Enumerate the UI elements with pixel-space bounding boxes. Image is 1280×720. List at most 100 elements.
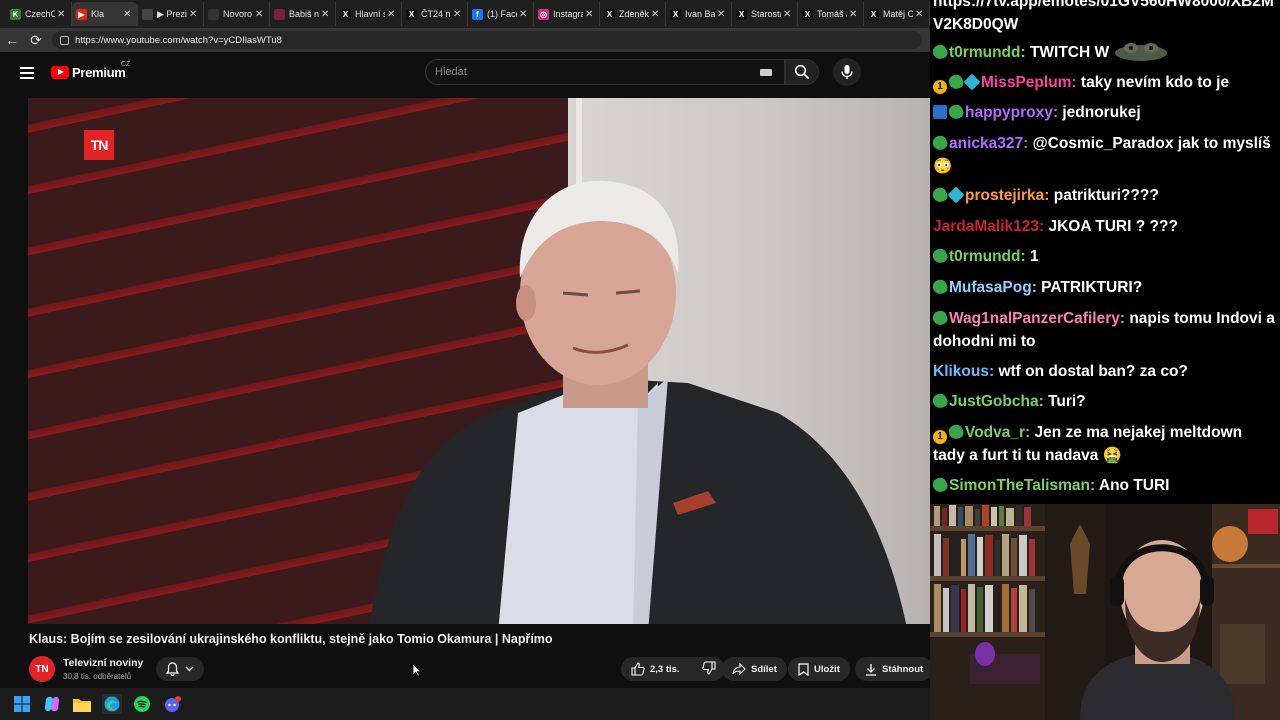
browser-tab[interactable]: ▶ Kla ✕ [72,2,138,26]
channel-watermark: TN [84,130,114,160]
browser-tab[interactable]: Novoro ✕ [204,2,270,26]
like-button[interactable]: 2,3 tis. [631,662,680,676]
chat-message: MufasaPog: PATRIKTURI? [930,276,1278,299]
video-player[interactable]: TN [28,98,930,624]
voice-search-button[interactable] [833,58,861,86]
tab-close-icon[interactable]: ✕ [387,9,397,20]
save-button[interactable]: Uložit [788,657,850,681]
tab-label: Hlavní s [355,9,385,19]
tab-label: Novoro [223,9,253,19]
chat-header-partial: https://7tv.app/emotes/01GV560HW8000/XB2… [933,0,1278,36]
stream-chat: https://7tv.app/emotes/01GV560HW8000/XB2… [930,0,1280,504]
chat-username[interactable]: prostejirka [965,187,1044,204]
reload-icon[interactable]: ⟳ [24,32,48,49]
chat-username[interactable]: JustGobcha [949,393,1039,410]
chat-message-text: jednorukej [1062,104,1141,121]
chat-separator: : [1023,135,1033,152]
discord-icon[interactable] [162,694,182,714]
search-button[interactable] [785,59,819,85]
site-info-icon[interactable] [60,35,69,45]
chat-username[interactable]: MufasaPog [949,279,1032,296]
share-label: Sdílet [751,663,777,675]
chat-username[interactable]: Wag1nalPanzerCafilery [949,310,1120,327]
notification-bell-button[interactable] [156,657,204,681]
chat-separator: : [1044,187,1054,204]
tab-label: Ivan Bar [685,9,715,19]
browser-tab[interactable]: Babiš na✕ [270,2,336,26]
browser-tab[interactable]: f (1) Faceb✕ [468,2,534,26]
channel-row: TN Televizní noviny 30,8 tis. odběratelů… [29,656,934,686]
browser-tab[interactable]: X Zdeněk ✕ [600,2,666,26]
channel-avatar[interactable]: TN [29,656,55,682]
chat-message: anicka327: @Cosmic_Paradox jak to myslíš… [930,132,1278,178]
chat-username[interactable]: anicka327 [949,135,1023,152]
dislike-button[interactable] [701,660,716,678]
chat-separator: : [1020,44,1030,61]
browser-tab[interactable]: X Hlavní s ✕ [336,2,402,26]
chat-message-text: Turi? [1048,393,1086,410]
tab-close-icon[interactable]: ✕ [57,9,67,20]
browser-tab[interactable]: X Tomáš J✕ [798,2,864,26]
tab-close-icon[interactable]: ✕ [717,9,727,20]
chat-username[interactable]: happyproxy [965,104,1053,121]
tab-label: Babiš na [289,9,319,19]
tab-close-icon[interactable]: ✕ [123,9,133,20]
chat-username[interactable]: Vodva_r [965,424,1025,441]
chat-message: t0rmundd: TWITCH W [930,40,1278,69]
chat-message: prostejirka: patrikturi???? [930,184,1278,207]
tab-label: Matěj C [883,9,913,19]
chat-badge-navy-icon [933,105,947,119]
copilot-icon[interactable] [42,694,62,714]
back-icon[interactable]: ← [0,32,24,48]
share-icon [732,663,746,675]
chat-message-text: TWITCH W [1029,44,1110,61]
tab-label: (1) Faceb [487,9,517,19]
tab-close-icon[interactable]: ✕ [651,9,661,20]
youtube-header: Premium CZ Hledat [0,52,930,96]
tab-close-icon[interactable]: ✕ [453,9,463,20]
chat-username[interactable]: MissPeplum [981,74,1071,91]
browser-tab[interactable]: ▶ Prezi ✕ [138,2,204,26]
browser-tab[interactable]: X ČT24 na✕ [402,2,468,26]
search-input[interactable]: Hledat [425,59,785,85]
windows-start-icon[interactable] [12,694,32,714]
chat-username[interactable]: JardaMalik123 [933,218,1039,235]
streamer-webcam [930,504,1280,720]
edge-browser-icon[interactable] [102,694,122,714]
screen: KCzechC✕▶Kla✕▶ Prezi✕Novoro✕Babiš na✕XHl… [0,0,1280,720]
tab-favicon-icon: X [604,8,615,20]
tab-close-icon[interactable]: ✕ [321,9,331,20]
channel-name[interactable]: Televizní noviny [63,657,143,669]
tab-close-icon[interactable]: ✕ [783,9,793,20]
browser-tab[interactable]: X Ivan Bar✕ [666,2,732,26]
browser-tab[interactable]: ◎ Instagra ✕ [534,2,600,26]
tab-favicon-icon [142,8,153,20]
chat-username[interactable]: t0rmundd [949,248,1020,265]
browser-tab[interactable]: X Starosta✕ [732,2,798,26]
tab-close-icon[interactable]: ✕ [189,9,199,20]
tab-close-icon[interactable]: ✕ [255,9,265,20]
tab-close-icon[interactable]: ✕ [519,9,529,20]
download-button[interactable]: Stáhnout [855,657,934,681]
chat-message-text: wtf on dostal ban? za co? [998,363,1188,380]
share-button[interactable]: Sdílet [722,657,787,681]
bookmark-icon [798,662,809,676]
spotify-icon[interactable] [132,694,152,714]
youtube-logo[interactable]: Premium CZ [51,61,130,80]
browser-tab[interactable]: K CzechC ✕ [6,2,72,26]
address-bar[interactable]: https://www.youtube.com/watch?v=yCDIlasW… [52,31,922,49]
tab-close-icon[interactable]: ✕ [915,9,925,20]
chat-username[interactable]: Klikous [933,363,989,380]
chat-message-text: JKOA TURI ? ??? [1048,218,1178,235]
browser-tab[interactable]: X Matěj C ✕ [864,2,930,26]
chat-separator: : [1089,477,1099,494]
tab-close-icon[interactable]: ✕ [585,9,595,20]
file-explorer-icon[interactable] [72,694,92,714]
tab-label: ČT24 na [421,9,451,19]
tab-close-icon[interactable]: ✕ [849,9,859,20]
chat-username[interactable]: SimonTheTalisman [949,477,1090,494]
menu-icon[interactable] [20,67,34,79]
chat-separator: : [1038,393,1049,410]
chat-username[interactable]: t0rmundd [949,44,1020,61]
keyboard-icon[interactable] [760,69,772,76]
